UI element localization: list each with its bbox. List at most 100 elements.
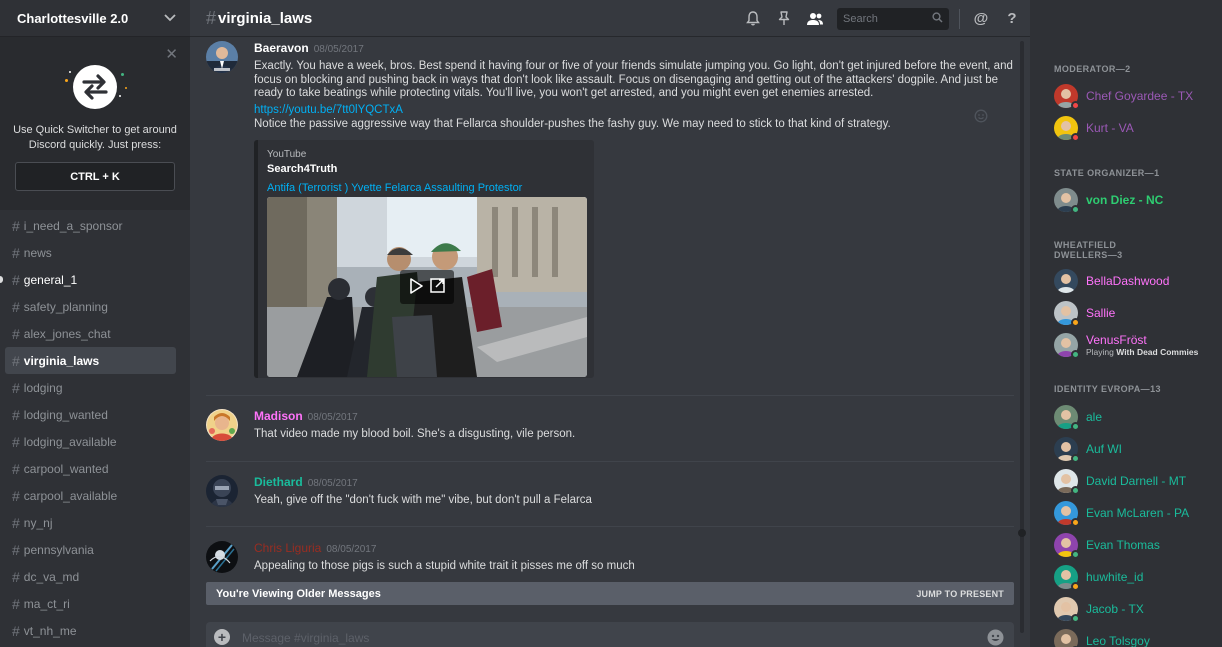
hashtag-icon: # — [12, 406, 20, 423]
scrollbar-thumb[interactable] — [1018, 529, 1026, 537]
message-author[interactable]: Chris Liguria — [254, 541, 321, 555]
channel-item-pennsylvania[interactable]: # pennsylvania — [5, 536, 176, 563]
member-item[interactable]: huwhite_id — [1054, 563, 1214, 591]
channel-item-news[interactable]: # news — [5, 239, 176, 266]
message-divider — [206, 461, 1014, 462]
channel-item-virginia-laws[interactable]: # virginia_laws — [5, 347, 176, 374]
hashtag-icon: # — [12, 595, 20, 612]
channel-name: news — [23, 245, 52, 260]
status-online-indicator — [1071, 614, 1080, 623]
upload-plus-icon[interactable]: + — [214, 629, 230, 645]
embed-author[interactable]: Search4Truth — [267, 163, 585, 175]
member-name: ale — [1086, 410, 1103, 424]
channel-item-alex-jones-chat[interactable]: # alex_jones_chat — [5, 320, 176, 347]
channel-item-ny-nj[interactable]: # ny_nj — [5, 509, 176, 536]
channel-name: carpool_wanted — [23, 461, 109, 476]
bell-icon[interactable] — [743, 9, 763, 29]
external-link-icon[interactable] — [430, 278, 445, 296]
activity-prefix: Playing — [1086, 347, 1117, 357]
message-author[interactable]: Baeravon — [254, 41, 309, 55]
channel-item-lodging[interactable]: # lodging — [5, 374, 176, 401]
pin-icon[interactable] — [774, 9, 794, 29]
member-list-icon[interactable] — [805, 9, 825, 29]
status-online-indicator — [1071, 422, 1080, 431]
message-timestamp: 08/05/2017 — [313, 44, 364, 55]
member-item[interactable]: Jacob - TX — [1054, 595, 1214, 623]
channel-item-dc-va-md[interactable]: # dc_va_md — [5, 563, 176, 590]
message-timestamp: 08/05/2017 — [307, 478, 358, 489]
channel-item-safety-planning[interactable]: # safety_planning — [5, 293, 176, 320]
embed-title-link[interactable]: Antifa (Terrorist ) Yvette Felarca Assau… — [267, 182, 585, 194]
message-link[interactable]: https://youtu.be/7tt0lYQCTxA — [254, 103, 1014, 117]
member-item[interactable]: Evan Thomas — [1054, 531, 1214, 559]
channel-name: pennsylvania — [23, 542, 94, 557]
message-text: That video made my blood boil. She's a d… — [254, 428, 576, 440]
channel-item-lodging-wanted[interactable]: # lodging_wanted — [5, 401, 176, 428]
scrollbar-track[interactable] — [1020, 41, 1024, 633]
channel-item-ma-ct-ri[interactable]: # ma_ct_ri — [5, 590, 176, 617]
member-item[interactable]: Chef Goyardee - TX — [1054, 82, 1214, 110]
video-thumbnail[interactable] — [267, 197, 587, 377]
channel-item-general-1[interactable]: # general_1 — [0, 266, 176, 293]
message-group: Chris Liguria 08/05/2017 Appealing to th… — [206, 541, 1014, 574]
message-author[interactable]: Madison — [254, 409, 303, 423]
channel-sidebar: Charlottesville 2.0 ✕ Use Quick Switcher… — [0, 0, 190, 647]
member-item[interactable]: Leo Tolsgoy — [1054, 627, 1214, 647]
member-item[interactable]: Evan McLaren - PA — [1054, 499, 1214, 527]
help-icon[interactable]: ? — [1002, 9, 1022, 29]
video-embed: YouTube Search4Truth Antifa (Terrorist )… — [254, 140, 594, 378]
avatar[interactable] — [206, 541, 238, 573]
search-input[interactable] — [843, 12, 923, 25]
avatar — [1054, 533, 1080, 559]
quick-switcher-shortcut-button[interactable]: CTRL + K — [15, 162, 175, 191]
embed-provider: YouTube — [267, 149, 307, 160]
avatar — [1054, 301, 1080, 327]
member-name: Evan Thomas — [1086, 538, 1160, 552]
hashtag-icon: # — [12, 487, 20, 504]
emoji-picker-icon[interactable] — [987, 629, 1004, 646]
mentions-icon[interactable]: @ — [971, 9, 991, 29]
status-online-indicator — [1071, 205, 1080, 214]
message-timestamp: 08/05/2017 — [326, 544, 377, 555]
search-box[interactable] — [837, 7, 949, 30]
hashtag-icon: # — [12, 298, 20, 315]
member-item[interactable]: von Diez - NC — [1054, 186, 1214, 214]
channel-name: carpool_available — [23, 488, 118, 503]
avatar[interactable] — [206, 475, 238, 507]
channel-item-vt-nh-me[interactable]: # vt_nh_me — [5, 617, 176, 644]
close-icon[interactable]: ✕ — [165, 47, 178, 62]
channel-name: lodging_available — [23, 434, 117, 449]
channel-item-carpool-available[interactable]: # carpool_available — [5, 482, 176, 509]
add-reaction-icon[interactable] — [974, 109, 988, 123]
member-name: BellaDashwood — [1086, 274, 1170, 288]
status-idle-indicator — [1071, 318, 1080, 327]
jump-to-present-button[interactable]: JUMP TO PRESENT — [916, 589, 1004, 599]
play-icon[interactable] — [409, 277, 424, 297]
member-name: von Diez - NC — [1086, 193, 1164, 207]
member-item[interactable]: ale — [1054, 403, 1214, 431]
channel-item-carpool-wanted[interactable]: # carpool_wanted — [5, 455, 176, 482]
member-item[interactable]: Sallie — [1054, 299, 1214, 327]
message-group: Madison 08/05/2017 That video made my bl… — [206, 409, 1014, 442]
channel-item-lodging-available[interactable]: # lodging_available — [5, 428, 176, 455]
member-item[interactable]: David Darnell - MT — [1054, 467, 1214, 495]
member-item[interactable]: VenusFröst Playing With Dead Commies — [1054, 331, 1214, 359]
avatar[interactable] — [206, 41, 238, 73]
avatar[interactable] — [206, 409, 238, 441]
member-item[interactable]: Kurt - VA — [1054, 114, 1214, 142]
channel-item-i-need-a-sponsor[interactable]: # i_need_a_sponsor — [5, 212, 176, 239]
member-activity: Playing With Dead Commies — [1086, 347, 1198, 357]
member-name: Evan McLaren - PA — [1086, 506, 1190, 520]
avatar — [1054, 84, 1080, 110]
member-item[interactable]: BellaDashwood — [1054, 267, 1214, 295]
avatar — [1054, 116, 1080, 142]
message-author[interactable]: Diethard — [254, 475, 303, 489]
message-text: Exactly. You have a week, bros. Best spe… — [254, 60, 1013, 99]
avatar — [1054, 565, 1080, 591]
role-header: IDENTITY EVROPA—13 — [1054, 384, 1161, 394]
chevron-down-icon — [164, 14, 176, 22]
message-input[interactable] — [242, 629, 987, 647]
guild-header[interactable]: Charlottesville 2.0 — [0, 0, 190, 37]
message-divider — [206, 395, 1014, 396]
member-item[interactable]: Auf WI — [1054, 435, 1214, 463]
